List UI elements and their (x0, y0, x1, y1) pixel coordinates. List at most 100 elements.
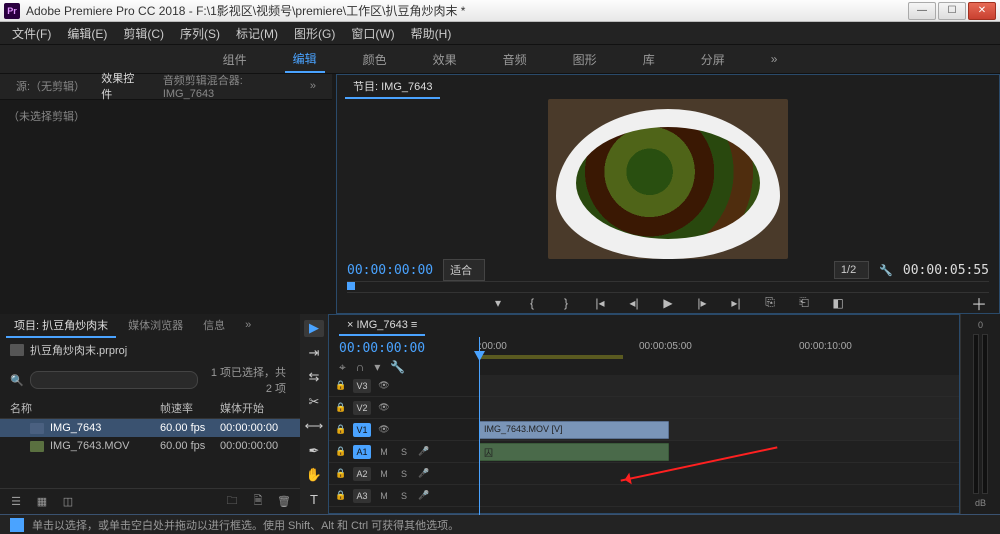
lift-icon[interactable]: ⎘ (762, 295, 778, 311)
razor-tool-icon[interactable]: ✂ (304, 394, 324, 411)
linked-sel-icon[interactable]: ∩ (356, 360, 365, 375)
track-target[interactable]: V1 (353, 423, 371, 437)
go-in-icon[interactable]: |◂ (592, 295, 608, 311)
timeline-clip-audio[interactable]: 囚 (479, 443, 669, 461)
tab-media-browser[interactable]: 媒体浏览器 (120, 314, 191, 338)
settings-icon[interactable]: 🔧 (879, 264, 893, 277)
header-start[interactable]: 媒体开始 (220, 400, 290, 416)
track-header-a3[interactable]: 🔒 A3 MS 🎤 (329, 485, 479, 507)
lock-icon[interactable]: 🔒 (335, 445, 347, 459)
list-item[interactable]: IMG_7643 60.00 fps 00:00:00:00 (0, 419, 300, 437)
menu-edit[interactable]: 编辑(E) (61, 23, 113, 44)
menu-graphics[interactable]: 图形(G) (288, 23, 341, 44)
program-monitor[interactable] (337, 99, 999, 259)
track-target[interactable]: A2 (353, 467, 371, 481)
track-select-tool-icon[interactable]: ⇥ (304, 345, 324, 362)
track-target[interactable]: V2 (353, 401, 371, 415)
timeline-clip-video[interactable]: IMG_7643.MOV [V] (479, 421, 669, 439)
step-fwd-icon[interactable]: |▸ (694, 295, 710, 311)
snap-icon[interactable]: ⌖ (339, 360, 346, 375)
track-content[interactable]: IMG_7643.MOV [V] 囚 (479, 375, 959, 513)
tab-project[interactable]: 项目: 扒豆角炒肉末 (6, 314, 116, 338)
extract-icon[interactable]: ⎗ (796, 295, 812, 311)
button-editor-icon[interactable]: ＋ (971, 291, 987, 315)
track-header-v3[interactable]: 🔒 V3 👁 (329, 375, 479, 397)
solo-icon[interactable]: S (397, 445, 411, 459)
new-bin-icon[interactable]: 🗀 (224, 494, 240, 510)
track-target[interactable]: A1 (353, 445, 371, 459)
maximize-button[interactable]: ☐ (938, 2, 966, 20)
track-header-v1[interactable]: 🔒V1👁 (329, 419, 479, 441)
menu-clip[interactable]: 剪辑(C) (117, 23, 170, 44)
tab-program[interactable]: 节目: IMG_7643 (345, 75, 440, 99)
go-out-icon[interactable]: ▸| (728, 295, 744, 311)
mute-icon[interactable]: M (377, 489, 391, 503)
play-icon[interactable]: ▶ (660, 295, 676, 311)
header-name[interactable]: 名称 (10, 400, 160, 416)
marker-icon[interactable]: ▾ (374, 360, 380, 375)
trash-icon[interactable]: 🗑 (276, 494, 292, 510)
workspace-color[interactable]: 颜色 (355, 47, 395, 72)
toggle-output-icon[interactable]: 👁 (377, 379, 391, 393)
list-view-icon[interactable]: ☰ (8, 494, 24, 510)
list-item[interactable]: IMG_7643.MOV 60.00 fps 00:00:00:00 (0, 437, 300, 455)
search-input[interactable] (30, 371, 198, 389)
workspace-split[interactable]: 分屏 (693, 47, 733, 72)
minimize-button[interactable]: — (908, 2, 936, 20)
mark-out-icon[interactable]: } (558, 295, 574, 311)
menu-markers[interactable]: 标记(M) (230, 23, 284, 44)
workspace-audio[interactable]: 音频 (495, 47, 535, 72)
lock-icon[interactable]: 🔒 (335, 489, 347, 503)
track-header-a1[interactable]: 🔒 A1 MS 🎤 (329, 441, 479, 463)
step-back-icon[interactable]: ◂| (626, 295, 642, 311)
tab-sequence[interactable]: × IMG_7643 ≡ (339, 316, 425, 336)
tab-source[interactable]: 源:（无剪辑） (8, 75, 89, 99)
new-item-icon[interactable]: 🗎 (250, 494, 266, 510)
add-marker-icon[interactable]: ▾ (490, 295, 506, 311)
program-ruler[interactable] (347, 281, 989, 293)
freeform-view-icon[interactable]: ◫ (60, 494, 76, 510)
voice-icon[interactable]: 🎤 (417, 489, 431, 503)
menu-file[interactable]: 文件(F) (6, 23, 57, 44)
playhead[interactable] (479, 337, 480, 515)
hand-tool-icon[interactable]: ✋ (304, 467, 324, 484)
slip-tool-icon[interactable]: ⟷ (304, 418, 324, 435)
menu-help[interactable]: 帮助(H) (405, 23, 458, 44)
solo-icon[interactable]: S (397, 467, 411, 481)
lock-icon[interactable]: 🔒 (335, 379, 347, 393)
lock-icon[interactable]: 🔒 (335, 401, 347, 415)
search-icon[interactable]: 🔍 (10, 374, 24, 387)
close-button[interactable]: ✕ (968, 2, 996, 20)
type-tool-icon[interactable]: T (304, 492, 324, 509)
voice-icon[interactable]: 🎤 (417, 445, 431, 459)
track-header-v2[interactable]: 🔒 V2 👁 (329, 397, 479, 419)
timeline-timecode[interactable]: 00:00:00:00 (339, 341, 469, 356)
pen-tool-icon[interactable]: ✒ (304, 443, 324, 460)
workspace-effects[interactable]: 效果 (425, 47, 465, 72)
project-overflow-icon[interactable]: » (237, 316, 259, 336)
toggle-output-icon[interactable]: 👁 (377, 423, 391, 437)
selection-tool-icon[interactable]: ▶ (304, 320, 324, 337)
solo-icon[interactable]: S (397, 489, 411, 503)
resolution-dropdown[interactable]: 1/2 (834, 261, 869, 279)
workspace-overflow-icon[interactable]: » (763, 48, 786, 70)
ripple-tool-icon[interactable]: ⇆ (304, 369, 324, 386)
lock-icon[interactable]: 🔒 (335, 467, 347, 481)
icon-view-icon[interactable]: ▦ (34, 494, 50, 510)
fit-dropdown[interactable]: 适合 (443, 259, 485, 281)
settings-icon[interactable]: 🔧 (390, 360, 405, 375)
program-timecode-left[interactable]: 00:00:00:00 (347, 263, 433, 278)
mark-in-icon[interactable]: { (524, 295, 540, 311)
header-framerate[interactable]: 帧速率 (160, 400, 220, 416)
track-target[interactable]: V3 (353, 379, 371, 393)
mute-icon[interactable]: M (377, 445, 391, 459)
voice-icon[interactable]: 🎤 (417, 467, 431, 481)
timeline-ruler[interactable]: :00:00 00:00:05:00 00:00:10:00 (479, 337, 959, 375)
toggle-output-icon[interactable]: 👁 (377, 401, 391, 415)
track-header-a2[interactable]: 🔒A2MS🎤 (329, 463, 479, 485)
menu-sequence[interactable]: 序列(S) (174, 23, 226, 44)
tab-overflow-icon[interactable]: » (302, 77, 324, 97)
export-frame-icon[interactable]: ◧ (830, 295, 846, 311)
tab-info[interactable]: 信息 (195, 314, 233, 338)
track-target[interactable]: A3 (353, 489, 371, 503)
